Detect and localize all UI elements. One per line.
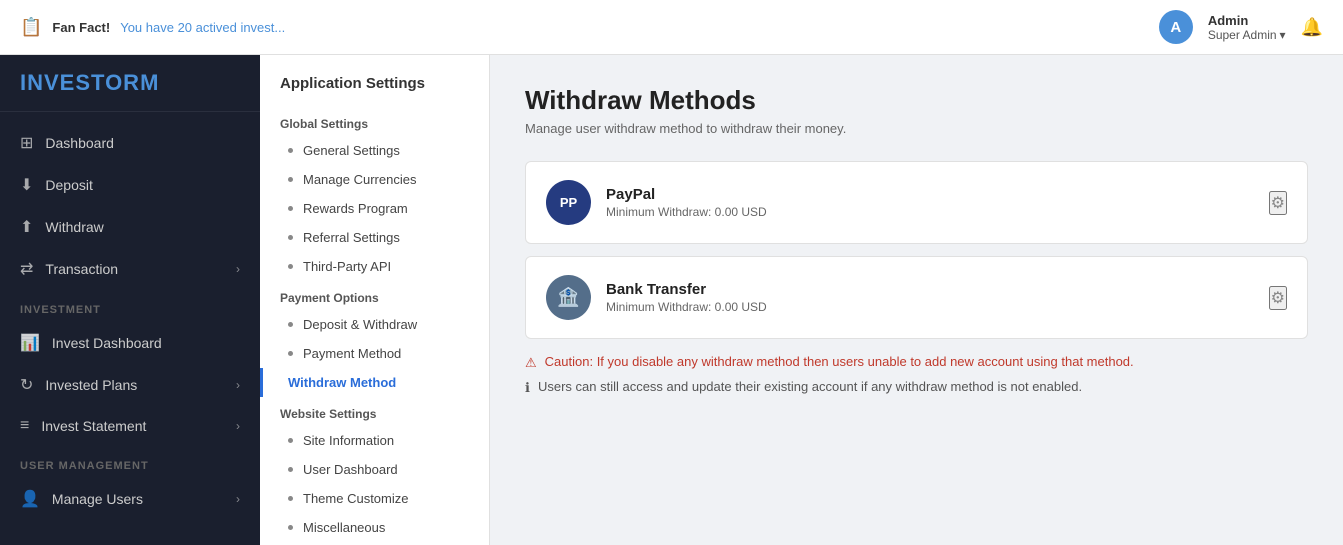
admin-info: Admin Super Admin ▾ [1208,13,1286,42]
notice-warn-text: Caution: If you disable any withdraw met… [545,354,1134,369]
user-management-section-label: USER MANAGEMENT [0,446,260,478]
sidebar-item-manage-users[interactable]: 👤 Manage Users › [0,478,260,520]
paypal-name: PayPal [606,186,1254,203]
invest-statement-icon: ≡ [20,417,29,435]
notice-info-text: Users can still access and update their … [538,379,1082,394]
bank-name: Bank Transfer [606,281,1254,298]
middle-panel: Application Settings Global Settings Gen… [260,55,490,545]
admin-role[interactable]: Super Admin ▾ [1208,28,1286,42]
mid-item-rewards-program[interactable]: Rewards Program [260,194,489,223]
topbar-right: A Admin Super Admin ▾ 🔔 [1159,10,1323,44]
admin-name: Admin [1208,13,1286,28]
mid-item-referral-settings[interactable]: Referral Settings [260,223,489,252]
mid-item-manage-currencies[interactable]: Manage Currencies [260,165,489,194]
bank-settings-button[interactable]: ⚙ [1269,286,1287,310]
paypal-logo: PP [546,180,591,225]
mid-item-third-party-api[interactable]: Third-Party API [260,252,489,281]
mid-section-payment: Payment Options [260,281,489,310]
sidebar-item-label: Dashboard [45,135,114,151]
bell-icon[interactable]: 🔔 [1301,17,1323,38]
fan-fact-icon: 📋 [20,17,42,38]
bank-info: Bank Transfer Minimum Withdraw: 0.00 USD [606,281,1254,314]
fan-fact-label: Fan Fact! [52,20,110,35]
transaction-icon: ⇄ [20,259,33,279]
info-icon: ℹ [525,380,530,396]
warning-icon: ⚠ [525,355,537,371]
notice-info: ℹ Users can still access and update thei… [525,379,1308,396]
sidebar-item-dashboard[interactable]: ⊞ Dashboard [0,122,260,164]
bank-logo: 🏦 [546,275,591,320]
mid-item-withdraw-method[interactable]: Withdraw Method [260,368,489,397]
method-card-paypal: PP PayPal Minimum Withdraw: 0.00 USD ⚙ [525,161,1308,244]
mid-section-website: Website Settings [260,397,489,426]
topbar: 📋 Fan Fact! You have 20 actived invest..… [0,0,1343,55]
mid-item-user-dashboard[interactable]: User Dashboard [260,455,489,484]
sidebar-item-invested-plans[interactable]: ↻ Invested Plans › [0,364,260,406]
page-title: Withdraw Methods [525,85,1308,116]
sidebar-logo: INVESTORM [0,55,260,112]
chevron-right-icon: › [236,262,240,276]
mid-item-theme-customize[interactable]: Theme Customize [260,484,489,513]
sidebar-item-label: Transaction [45,261,118,277]
mid-item-miscellaneous[interactable]: Miscellaneous [260,513,489,542]
dot-icon [288,467,293,472]
investment-section-label: INVESTMENT [0,290,260,322]
middle-panel-title: Application Settings [260,75,489,107]
invested-plans-icon: ↻ [20,375,33,395]
page-subtitle: Manage user withdraw method to withdraw … [525,121,1308,136]
dot-icon [288,148,293,153]
sidebar-item-deposit[interactable]: ⬇ Deposit [0,164,260,206]
sidebar-item-label: Invested Plans [45,377,137,393]
deposit-icon: ⬇ [20,175,33,195]
dot-icon [288,438,293,443]
sidebar-nav: ⊞ Dashboard ⬇ Deposit ⬆ Withdraw ⇄ Trans… [0,112,260,545]
paypal-settings-button[interactable]: ⚙ [1269,191,1287,215]
sidebar-item-invest-statement[interactable]: ≡ Invest Statement › [0,406,260,446]
dot-icon [288,235,293,240]
dot-icon [288,206,293,211]
mid-item-general-settings[interactable]: General Settings [260,136,489,165]
chevron-right-icon: › [236,378,240,392]
withdraw-icon: ⬆ [20,217,33,237]
paypal-min: Minimum Withdraw: 0.00 USD [606,205,1254,219]
invest-dashboard-icon: 📊 [20,333,40,353]
avatar[interactable]: A [1159,10,1193,44]
chevron-right-icon: › [236,492,240,506]
dot-icon [288,177,293,182]
main-content: Withdraw Methods Manage user withdraw me… [490,55,1343,545]
sidebar-item-label: Deposit [45,177,92,193]
mid-item-payment-method[interactable]: Payment Method [260,339,489,368]
layout: INVESTORM ⊞ Dashboard ⬇ Deposit ⬆ Withdr… [0,55,1343,545]
manage-users-icon: 👤 [20,489,40,509]
method-card-bank: 🏦 Bank Transfer Minimum Withdraw: 0.00 U… [525,256,1308,339]
sidebar-item-label: Withdraw [45,219,103,235]
sidebar-item-label: Invest Statement [41,418,146,434]
sidebar-item-label: Manage Users [52,491,143,507]
paypal-info: PayPal Minimum Withdraw: 0.00 USD [606,186,1254,219]
topbar-left: 📋 Fan Fact! You have 20 actived invest..… [20,17,285,38]
mid-section-global: Global Settings [260,107,489,136]
sidebar-item-transaction[interactable]: ⇄ Transaction › [0,248,260,290]
bank-min: Minimum Withdraw: 0.00 USD [606,300,1254,314]
logo-invest: INVEST [20,70,105,95]
dashboard-icon: ⊞ [20,133,33,153]
chevron-down-icon: ▾ [1280,28,1286,42]
logo-orm: ORM [105,70,159,95]
mid-item-deposit-withdraw[interactable]: Deposit & Withdraw [260,310,489,339]
dot-icon [288,264,293,269]
sidebar-item-label: Invest Dashboard [52,335,162,351]
dot-icon [288,322,293,327]
sidebar-item-invest-dashboard[interactable]: 📊 Invest Dashboard [0,322,260,364]
sidebar-item-withdraw[interactable]: ⬆ Withdraw [0,206,260,248]
fan-fact-text: You have 20 actived invest... [120,20,285,35]
dot-icon [288,496,293,501]
sidebar: INVESTORM ⊞ Dashboard ⬇ Deposit ⬆ Withdr… [0,55,260,545]
mid-item-site-information[interactable]: Site Information [260,426,489,455]
dot-icon [288,525,293,530]
notice-box: ⚠ Caution: If you disable any withdraw m… [525,354,1308,396]
chevron-right-icon: › [236,419,240,433]
notice-warn: ⚠ Caution: If you disable any withdraw m… [525,354,1308,371]
dot-icon [288,351,293,356]
